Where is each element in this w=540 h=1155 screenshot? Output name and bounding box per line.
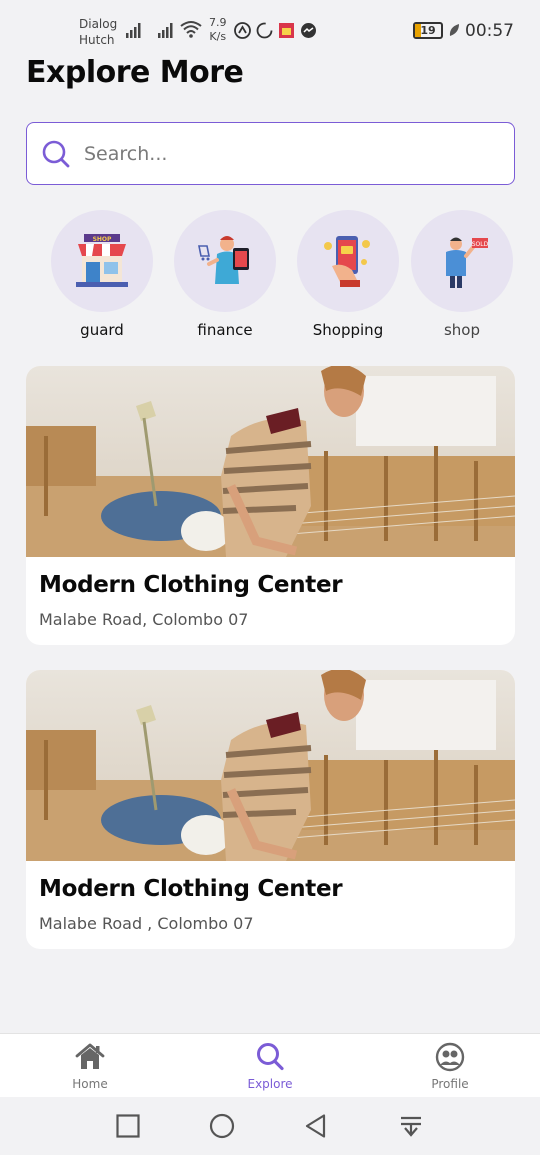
category-circle[interactable]: SHOP (51, 210, 153, 312)
clock: 00:57 (465, 21, 514, 41)
svg-text:SOLD: SOLD (472, 241, 489, 248)
shop-address: Malabe Road, Colombo 07 (39, 610, 249, 629)
battery-level: 19 (420, 24, 436, 37)
signal-icon (158, 23, 173, 38)
shop-name: Modern Clothing Center (39, 572, 343, 598)
page-title: Explore More (26, 55, 244, 90)
net-speed-unit: K/s (209, 30, 227, 43)
signal-icon (126, 23, 141, 38)
weaving-workshop-photo (26, 670, 515, 861)
system-navigation-bar (0, 1097, 540, 1155)
network-speed: 7.9 K/s (209, 16, 227, 44)
profile-icon (435, 1042, 465, 1072)
category-list: SHOP guard finance Shopping SOLD shop (0, 210, 540, 340)
status-bar: Dialog Hutch 7.9 K/s 19 00:57 (0, 0, 540, 56)
category-shop[interactable]: SOLD shop (407, 210, 517, 339)
category-label: finance (197, 321, 253, 339)
net-speed-value: 7.9 (209, 16, 227, 29)
category-circle[interactable] (297, 210, 399, 312)
nav-item-profile[interactable]: Profile (395, 1034, 505, 1091)
weaving-workshop-photo (26, 366, 515, 557)
search-icon (42, 140, 70, 167)
category-label: guard (80, 321, 124, 339)
back-icon[interactable] (303, 1113, 329, 1139)
home-icon (75, 1043, 105, 1069)
category-label: shop (443, 321, 481, 339)
bottom-nav: Home Explore Profile (0, 1033, 540, 1097)
notification-drawer-icon[interactable] (398, 1113, 424, 1139)
category-label: Shopping (312, 321, 384, 339)
nav-item-home[interactable]: Home (35, 1034, 145, 1091)
search-bar[interactable] (26, 122, 515, 185)
shop-notification-icon (279, 23, 294, 38)
shop-card[interactable]: Modern Clothing Center Malabe Road, Colo… (26, 366, 515, 645)
carrier-names: Dialog Hutch (79, 16, 117, 48)
notification-icons (234, 22, 317, 39)
home-button-icon[interactable] (209, 1113, 235, 1139)
nav-label: Profile (431, 1077, 469, 1091)
power-saving-icon (449, 24, 459, 36)
wifi-icon (180, 21, 202, 38)
shop-storefront-icon: SHOP (76, 234, 128, 287)
category-circle[interactable] (174, 210, 276, 312)
carrier-1: Dialog (79, 17, 118, 31)
battery-indicator: 19 (413, 22, 443, 39)
carrier-2: Hutch (79, 33, 115, 47)
recent-apps-icon[interactable] (115, 1113, 141, 1139)
shop-card[interactable]: Modern Clothing Center Malabe Road , Col… (26, 670, 515, 949)
nav-item-explore[interactable]: Explore (215, 1034, 325, 1091)
category-guard[interactable]: SHOP guard (47, 210, 157, 339)
seller-sold-icon: SOLD (446, 237, 489, 288)
svg-text:SHOP: SHOP (93, 236, 112, 243)
messenger-icon (301, 23, 316, 38)
nav-label: Home (72, 1077, 108, 1091)
nav-label: Explore (247, 1077, 293, 1091)
search-input[interactable] (84, 142, 484, 165)
tablet-shopping-icon (198, 236, 249, 284)
phone-payment-icon (324, 236, 370, 287)
sync-notification-icon (256, 22, 273, 39)
search-icon (257, 1043, 284, 1071)
category-finance[interactable]: finance (170, 210, 280, 339)
shop-name: Modern Clothing Center (39, 876, 343, 902)
app-notification-icon (234, 22, 251, 39)
category-shopping[interactable]: Shopping (293, 210, 403, 339)
category-circle[interactable]: SOLD (411, 210, 513, 312)
shop-address: Malabe Road , Colombo 07 (39, 914, 254, 933)
